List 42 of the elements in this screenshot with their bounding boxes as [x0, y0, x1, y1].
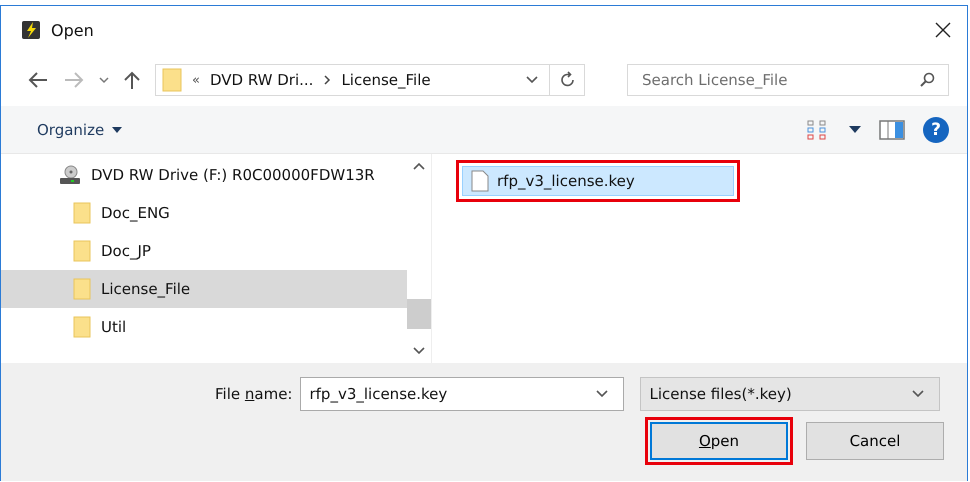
chevron-up-icon[interactable] — [413, 162, 425, 170]
back-arrow-icon[interactable] — [27, 71, 49, 89]
folder-icon — [162, 68, 182, 92]
tree-item[interactable]: Util — [1, 308, 407, 346]
help-button[interactable]: ? — [923, 116, 949, 142]
tree-item[interactable]: DVD RW Drive (F:) R0C00000FDW13R — [1, 156, 407, 194]
chevron-down-icon[interactable] — [413, 347, 425, 355]
document-icon — [471, 170, 489, 192]
folder-icon — [73, 240, 91, 262]
open-button[interactable]: Open — [650, 422, 788, 460]
search-icon — [919, 72, 935, 88]
caret-down-icon — [112, 126, 122, 132]
folder-icon — [73, 278, 91, 300]
chevron-down-icon[interactable] — [911, 389, 926, 399]
cancel-button[interactable]: Cancel — [806, 422, 944, 460]
file-type-dropdown[interactable]: License files(*.key) — [640, 377, 940, 411]
tree-item[interactable]: Doc_JP — [1, 232, 407, 270]
file-item[interactable]: rfp_v3_license.key — [462, 166, 734, 196]
folder-icon — [73, 202, 91, 224]
breadcrumb-item[interactable]: DVD RW Dri... — [210, 71, 314, 89]
organize-menu-button[interactable]: Organize — [29, 116, 130, 142]
scrollbar-thumb[interactable] — [407, 298, 431, 328]
lightning-app-icon — [21, 20, 41, 40]
folder-icon — [73, 316, 91, 338]
window-title: Open — [51, 20, 94, 40]
file-name-field[interactable]: rfp_v3_license.key — [300, 377, 624, 411]
disc-drive-icon — [59, 164, 81, 186]
tree-item[interactable]: License_File — [1, 270, 407, 308]
refresh-icon[interactable] — [560, 71, 576, 89]
chevron-down-icon[interactable] — [99, 76, 109, 84]
breadcrumb-item[interactable]: License_File — [341, 71, 431, 89]
chevron-down-icon[interactable] — [525, 75, 539, 85]
tree-item[interactable]: Doc_ENG — [1, 194, 407, 232]
chevron-right-icon[interactable] — [323, 75, 332, 85]
overflow-chevron[interactable]: « — [192, 72, 200, 88]
preview-pane-icon[interactable] — [879, 120, 905, 140]
chevron-down-icon[interactable] — [595, 389, 610, 399]
address-bar[interactable]: « DVD RW Dri... License_File — [155, 64, 585, 96]
dropdown-caret-icon[interactable] — [849, 126, 861, 133]
search-field[interactable]: Search License_File — [627, 64, 949, 96]
file-name-label: File name: — [215, 385, 292, 403]
up-arrow-icon[interactable] — [123, 70, 141, 90]
